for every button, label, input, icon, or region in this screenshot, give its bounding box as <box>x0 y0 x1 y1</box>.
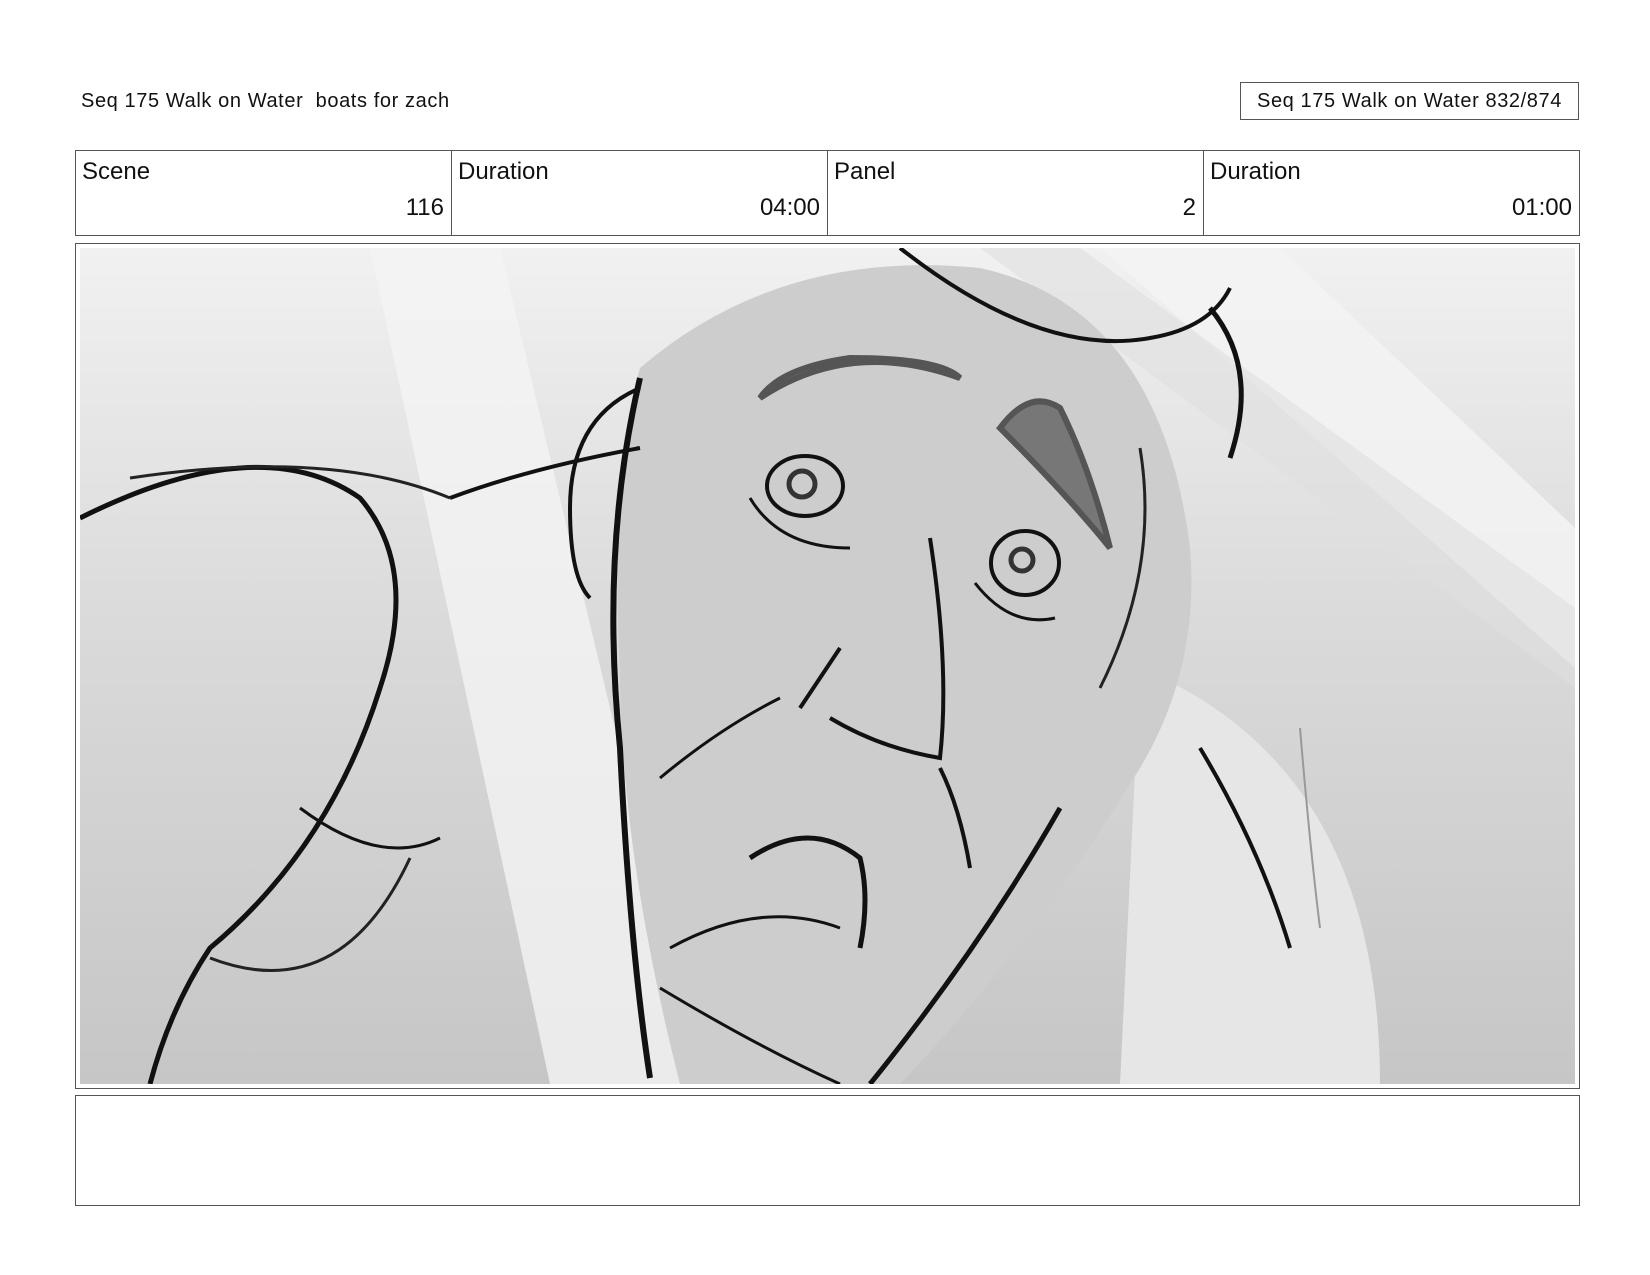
panel-cell: Panel 2 <box>828 151 1204 235</box>
scene-number: 116 <box>405 194 444 221</box>
storyboard-panel-frame <box>75 243 1580 1089</box>
panel-duration-value: 01:00 <box>1511 194 1572 221</box>
scene-duration-cell: Duration 04:00 <box>452 151 828 235</box>
panel-number: 2 <box>1182 194 1196 221</box>
page-counter: Seq 175 Walk on Water 832/874 <box>1240 82 1579 120</box>
panel-notes-box <box>75 1095 1580 1206</box>
panel-duration-label: Duration <box>1210 158 1301 185</box>
scene-label: Scene <box>82 158 151 185</box>
scene-duration-value: 04:00 <box>759 194 820 221</box>
storyboard-sketch <box>80 248 1575 1084</box>
shot-info-row: Scene 116 Duration 04:00 Panel 2 Duratio… <box>75 150 1580 236</box>
scene-cell: Scene 116 <box>76 151 452 235</box>
sheet-title: Seq 175 Walk on Water boats for zach <box>81 90 450 112</box>
panel-label: Panel <box>834 158 896 185</box>
scene-duration-label: Duration <box>458 158 549 185</box>
panel-duration-cell: Duration 01:00 <box>1204 151 1579 235</box>
